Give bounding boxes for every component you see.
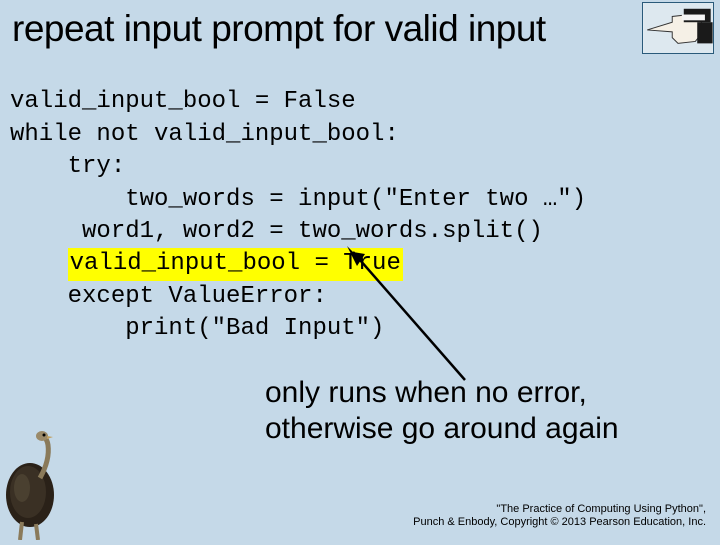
code-line: valid_input_bool = False [10,88,356,115]
code-block: valid_input_bool = False while not valid… [0,50,720,346]
pointing-hand-icon [642,2,714,54]
code-line: while not valid_input_bool: [10,121,399,148]
ostrich-image [0,430,72,540]
annotation-text: only runs when no error, otherwise go ar… [265,375,619,447]
footer-line: Punch & Enbody, Copyright © 2013 Pearson… [413,516,706,530]
copyright-footer: "The Practice of Computing Using Python"… [413,503,706,531]
annotation-line: only runs when no error, [265,375,619,411]
highlighted-code: valid_input_bool = True [68,248,403,280]
annotation-line: otherwise go around again [265,411,619,447]
code-line: try: [10,153,125,180]
footer-line: "The Practice of Computing Using Python"… [413,503,706,517]
code-line: two_words = input("Enter two …") [10,186,586,213]
code-line: print("Bad Input") [10,315,384,342]
code-line: word1, word2 = two_words.split() [10,218,543,245]
slide-title: repeat input prompt for valid input [0,0,720,50]
code-line: except ValueError: [10,283,327,310]
